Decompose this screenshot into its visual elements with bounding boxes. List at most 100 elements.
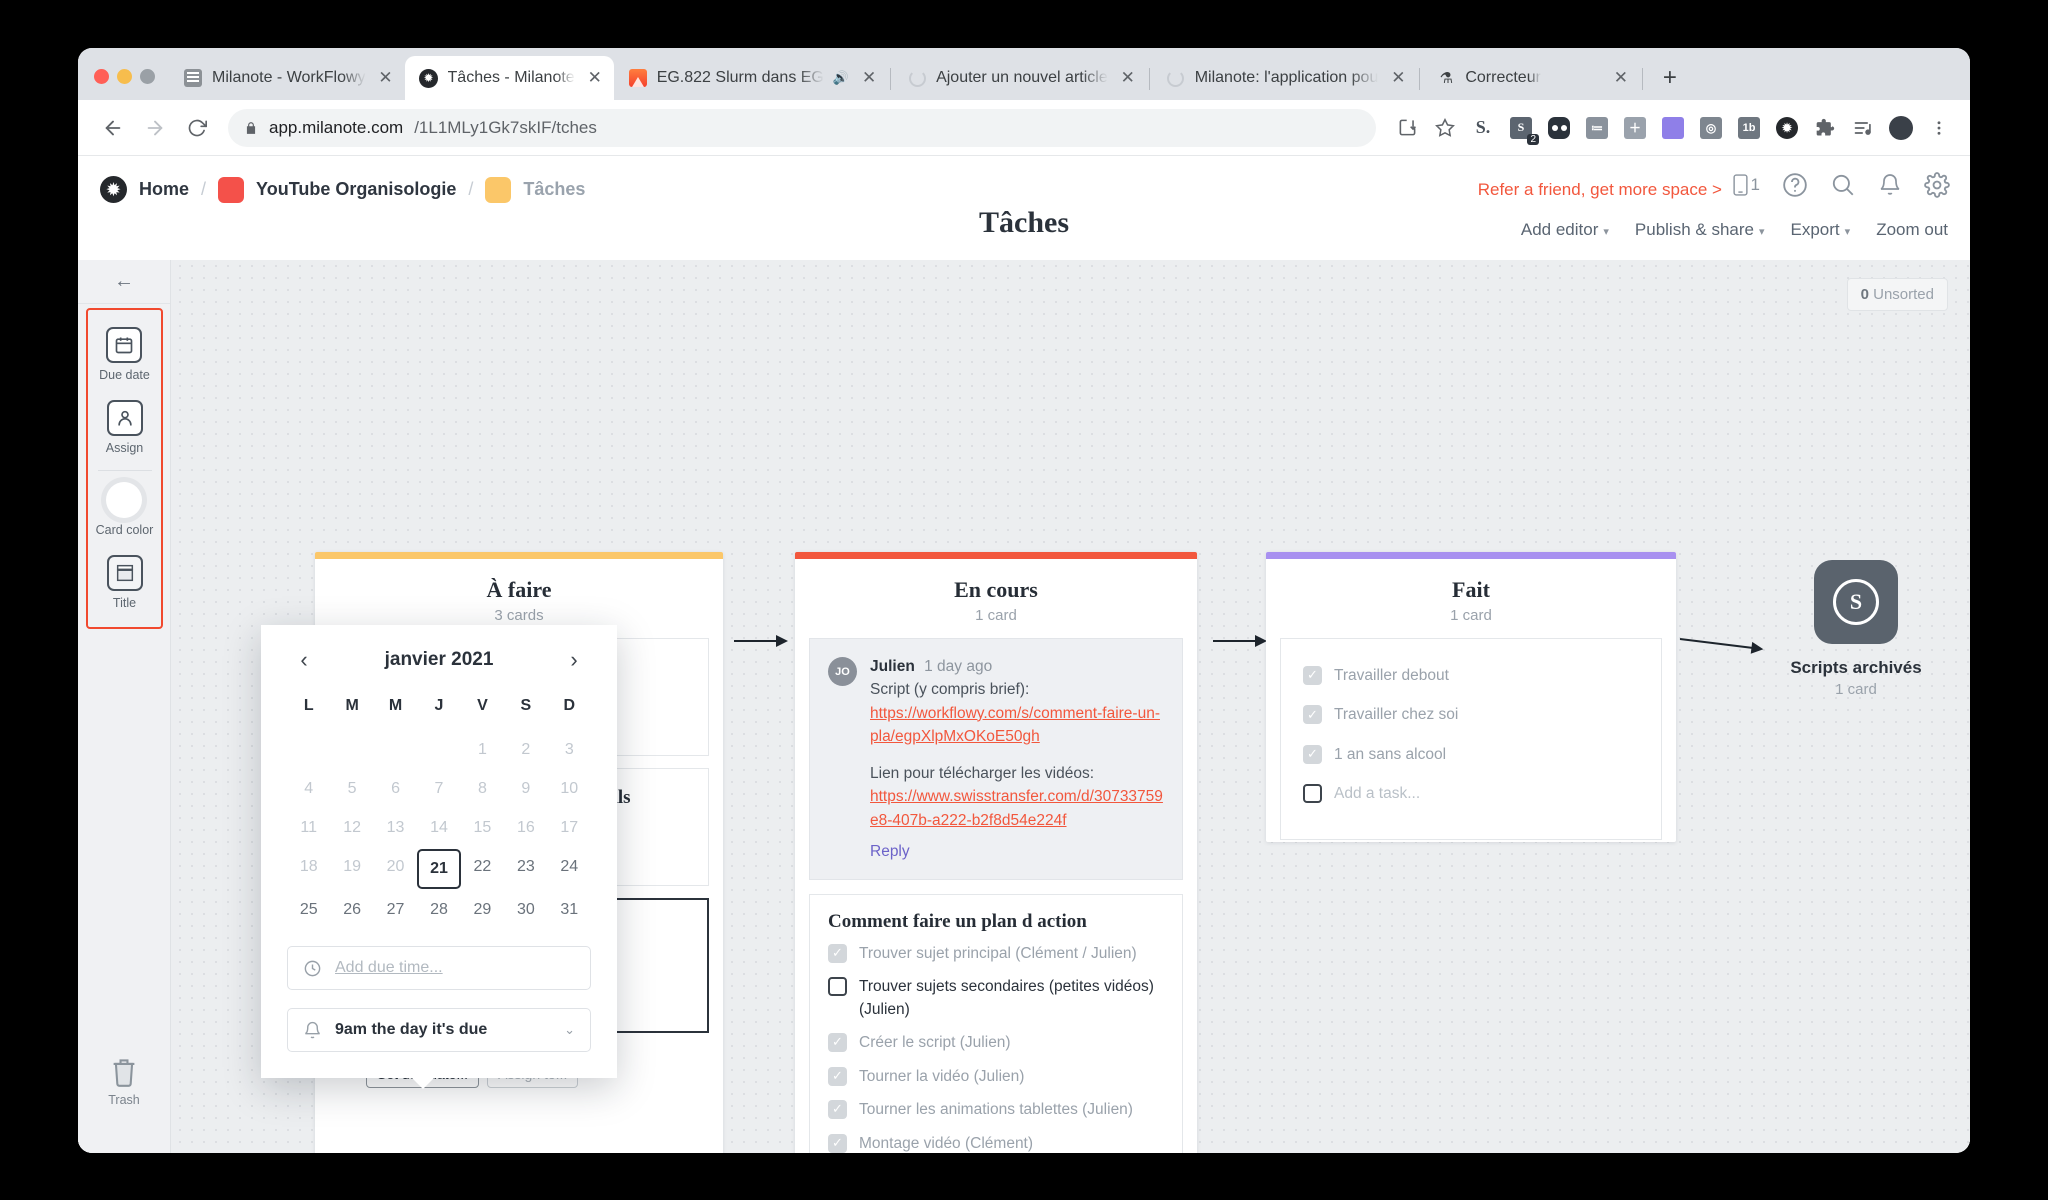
datepicker-day-21[interactable]: 21 (417, 849, 461, 889)
scribd-extension-icon[interactable]: S. (1466, 111, 1500, 145)
todoist-extension-icon[interactable]: ＋ (1618, 111, 1652, 145)
datepicker-day-23[interactable]: 23 (504, 849, 547, 889)
browser-tab-0[interactable]: Milanote - WorkFlowy ✕ (169, 56, 405, 100)
checklist-item[interactable]: ✓ Tourner les animations tablettes (Juli… (828, 1099, 1164, 1121)
breadcrumb-home[interactable]: Home (139, 179, 189, 200)
checklist-item[interactable]: ✓ Tourner la vidéo (Julien) (828, 1066, 1164, 1088)
grammarly-extension-icon[interactable]: S 2 (1504, 111, 1539, 145)
browser-tab-5[interactable]: ⚗ Correcteur ✕ (1422, 56, 1640, 100)
reminder-select[interactable]: 9am the day it's due ⌄ (287, 1008, 591, 1052)
comment-link-2[interactable]: https://www.swisstransfer.com/d/30733759… (870, 785, 1164, 832)
zoom-out-button[interactable]: Zoom out (1876, 220, 1948, 240)
milanote-extension-icon[interactable]: ✹ (1770, 111, 1804, 145)
due-date-popup[interactable]: ‹ janvier 2021 › L M M J V S D 1 2 3 4 5 6 7 8 9 10 11 12 1… (261, 625, 617, 1089)
maximize-window-button[interactable] (140, 69, 155, 84)
close-icon[interactable]: ✕ (375, 67, 397, 89)
breadcrumb-project[interactable]: YouTube Organisologie (256, 179, 456, 200)
datepicker-grid[interactable]: L M M J V S D 1 2 3 4 5 6 7 8 9 10 11 12 13 14 15 16 17 18 19 20 21… (287, 697, 591, 928)
close-icon[interactable]: ✕ (1117, 67, 1139, 89)
trash-button[interactable]: Trash (78, 1057, 170, 1107)
forward-icon[interactable] (136, 109, 174, 147)
comment-card[interactable]: JO Julien 1 day ago Script (y compris br… (809, 638, 1183, 880)
profile-avatar[interactable] (1884, 111, 1918, 145)
close-icon[interactable]: ✕ (858, 67, 880, 89)
next-month-button[interactable]: › (561, 647, 587, 673)
checkbox-checked-icon[interactable]: ✓ (828, 944, 847, 963)
column-en-cours[interactable]: En cours 1 card JO Julien 1 day ago Scri… (795, 552, 1197, 1153)
chevron-down-icon[interactable]: ⌄ (564, 1022, 575, 1038)
minimize-window-button[interactable] (117, 69, 132, 84)
tool-title[interactable]: Title (106, 548, 143, 619)
rail-back-button[interactable]: ← (78, 260, 170, 304)
board-canvas[interactable]: ← Due date Assign Card color Title Trash… (78, 260, 1970, 1153)
tool-assign[interactable]: Assign (106, 393, 143, 464)
close-icon[interactable]: ✕ (1387, 67, 1409, 89)
browser-tab-4[interactable]: Milanote: l'application pou ✕ (1152, 56, 1418, 100)
refer-a-friend-link[interactable]: Refer a friend, get more space > (1478, 180, 1722, 200)
unsorted-badge[interactable]: 0 Unsorted (1846, 278, 1948, 311)
datepicker-day-24[interactable]: 24 (548, 849, 591, 889)
pocket-extension-icon[interactable]: ◎ (1694, 111, 1728, 145)
notifications-bell-icon[interactable] (1878, 173, 1902, 197)
checklist-item[interactable]: ✓ Travailler debout (1303, 665, 1639, 687)
checklist-item[interactable]: ✓ Travailler chez soi (1303, 704, 1639, 726)
close-icon[interactable]: ✕ (1610, 67, 1632, 89)
datepicker-day-27[interactable]: 27 (374, 892, 417, 928)
checklist-item[interactable]: ✓ Trouver sujet principal (Clément / Jul… (828, 943, 1164, 965)
notion-extension-icon[interactable] (1542, 111, 1576, 145)
datepicker-day-29[interactable]: 29 (461, 892, 504, 928)
mobile-device-icon[interactable]: 1 (1732, 173, 1760, 197)
browser-tab-3[interactable]: Ajouter un nouvel article ✕ (893, 56, 1147, 100)
browser-tab-1[interactable]: ✹ Tâches - Milanote ✕ (404, 56, 614, 100)
datepicker-day-31[interactable]: 31 (548, 892, 591, 928)
evernote-extension-icon[interactable]: ≔ (1580, 111, 1614, 145)
checkbox-checked-icon[interactable]: ✓ (828, 1066, 847, 1086)
help-icon[interactable] (1782, 172, 1808, 198)
reload-icon[interactable] (178, 109, 216, 147)
checkbox-checked-icon[interactable]: ✓ (1303, 744, 1322, 764)
checkbox-checked-icon[interactable]: ✓ (828, 1033, 847, 1053)
close-window-button[interactable] (94, 69, 109, 84)
playlist-icon[interactable] (1846, 111, 1880, 145)
browser-tab-2[interactable]: EG.822 Slurm dans EG 🔊 ✕ (614, 56, 888, 100)
datepicker-day-25[interactable]: 25 (287, 892, 330, 928)
datepicker-day-22[interactable]: 22 (461, 849, 504, 889)
install-app-icon[interactable] (1390, 111, 1424, 145)
puzzle-extensions-icon[interactable] (1808, 111, 1842, 145)
add-due-time-field[interactable]: Add due time... (287, 946, 591, 990)
bookmark-star-icon[interactable] (1428, 111, 1462, 145)
checkbox-checked-icon[interactable]: ✓ (1303, 705, 1322, 725)
checkbox-checked-icon[interactable]: ✓ (828, 1133, 847, 1153)
publish-share-button[interactable]: Publish & share ▾ (1635, 220, 1765, 240)
back-icon[interactable] (94, 109, 132, 147)
checklist-item[interactable]: ✓ Créer le script (Julien) (828, 1032, 1164, 1054)
checkbox-unchecked-icon[interactable] (1303, 784, 1322, 804)
checklist-add-task-row[interactable]: Add a task... (1303, 783, 1639, 805)
datepicker-day-30[interactable]: 30 (504, 892, 547, 928)
checkbox-checked-icon[interactable]: ✓ (1303, 666, 1322, 685)
datepicker-day-26[interactable]: 26 (330, 892, 373, 928)
audio-playing-icon[interactable]: 🔊 (833, 70, 849, 86)
onebox-extension-icon[interactable]: 1b (1732, 111, 1766, 145)
column-fait[interactable]: Fait 1 card ✓ Travailler debout ✓ Travai… (1266, 552, 1676, 842)
settings-gear-icon[interactable] (1924, 172, 1950, 198)
prev-month-button[interactable]: ‹ (291, 647, 317, 673)
board-tile-scripts-archives[interactable]: S Scripts archivés 1 card (1756, 560, 1956, 698)
tool-card-color[interactable]: Card color (96, 475, 153, 546)
chrome-menu-icon[interactable] (1922, 111, 1956, 145)
checkbox-unchecked-icon[interactable] (828, 977, 847, 997)
search-icon[interactable] (1830, 172, 1856, 198)
milanote-logo-icon[interactable]: ✹ (100, 176, 127, 203)
checklist-item[interactable]: ✓ Montage vidéo (Clément) (828, 1133, 1164, 1153)
calendar-extension-icon[interactable] (1656, 111, 1690, 145)
checklist-card-fait[interactable]: ✓ Travailler debout ✓ Travailler chez so… (1280, 638, 1662, 840)
checklist-item[interactable]: Trouver sujets secondaires (petites vidé… (828, 976, 1164, 1021)
datepicker-day-28[interactable]: 28 (417, 892, 460, 928)
checkbox-checked-icon[interactable]: ✓ (828, 1100, 847, 1120)
comment-link-1[interactable]: https://workflowy.com/s/comment-faire-un… (870, 702, 1164, 749)
tool-due-date[interactable]: Due date (99, 320, 150, 391)
checklist-item[interactable]: ✓ 1 an sans alcool (1303, 744, 1639, 766)
close-icon[interactable]: ✕ (584, 67, 606, 89)
reply-button[interactable]: Reply (870, 840, 1164, 863)
add-editor-button[interactable]: Add editor ▾ (1521, 220, 1609, 240)
